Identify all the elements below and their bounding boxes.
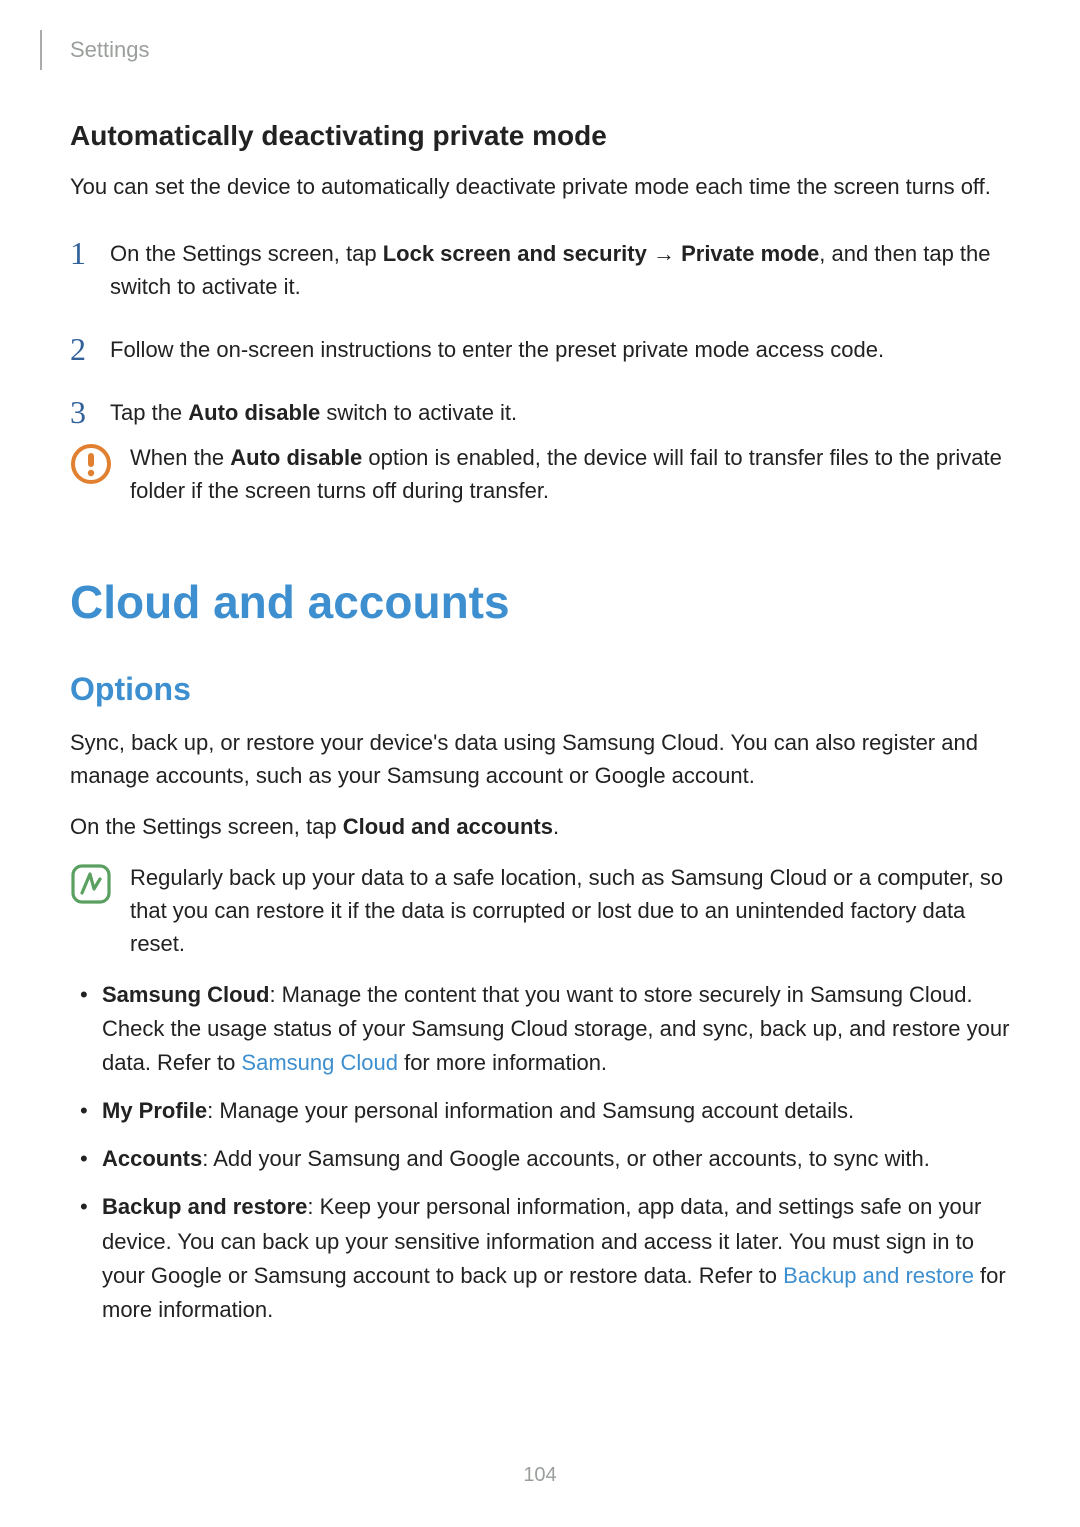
link-backup-restore[interactable]: Backup and restore [783, 1263, 974, 1288]
instr-bold: Cloud and accounts [343, 814, 553, 839]
list-item: Samsung Cloud: Manage the content that y… [102, 978, 1010, 1080]
arrow-icon: → [647, 241, 681, 266]
warning-icon [70, 443, 112, 485]
feature-list: Samsung Cloud: Manage the content that y… [70, 978, 1010, 1327]
instr-pre: On the Settings screen, tap [70, 814, 343, 839]
breadcrumb-bar [40, 30, 42, 70]
step1-prefix: On the Settings screen, tap [110, 241, 383, 266]
step-2: 2 Follow the on-screen instructions to e… [70, 331, 1010, 366]
section-heading-auto-deactivate: Automatically deactivating private mode [70, 120, 1010, 152]
step-number: 1 [70, 235, 110, 269]
step-3: 3 Tap the Auto disable switch to activat… [70, 394, 1010, 429]
item-text: : Manage your personal information and S… [207, 1098, 854, 1123]
instr-post: . [553, 814, 559, 839]
step-1: 1 On the Settings screen, tap Lock scree… [70, 235, 1010, 303]
breadcrumb: Settings [70, 30, 1010, 70]
list-item: My Profile: Manage your personal informa… [102, 1094, 1010, 1128]
manual-page: Settings Automatically deactivating priv… [0, 0, 1080, 1527]
chapter-title-cloud: Cloud and accounts [70, 575, 1010, 629]
warn-p1: When the [130, 445, 230, 470]
intro-paragraph: You can set the device to automatically … [70, 170, 1010, 203]
warning-text: When the Auto disable option is enabled,… [130, 441, 1010, 507]
item-text: : Add your Samsung and Google accounts, … [202, 1146, 930, 1171]
item-label: My Profile [102, 1098, 207, 1123]
breadcrumb-label: Settings [70, 37, 150, 63]
step1-bold1: Lock screen and security [383, 241, 647, 266]
step3-suffix: switch to activate it. [320, 400, 517, 425]
note-icon [70, 863, 112, 905]
step-number: 2 [70, 331, 110, 365]
list-item: Backup and restore: Keep your personal i… [102, 1190, 1010, 1326]
warning-callout: When the Auto disable option is enabled,… [70, 441, 1010, 507]
link-samsung-cloud[interactable]: Samsung Cloud [241, 1050, 398, 1075]
step-number: 3 [70, 394, 110, 428]
subheading-options: Options [70, 671, 1010, 708]
note-callout: Regularly back up your data to a safe lo… [70, 861, 1010, 960]
step3-prefix: Tap the [110, 400, 188, 425]
list-item: Accounts: Add your Samsung and Google ac… [102, 1142, 1010, 1176]
step-body: Tap the Auto disable switch to activate … [110, 394, 1010, 429]
step3-bold: Auto disable [188, 400, 320, 425]
item-text-post: for more information. [398, 1050, 607, 1075]
item-label: Backup and restore [102, 1194, 307, 1219]
options-intro: Sync, back up, or restore your device's … [70, 726, 1010, 792]
item-label: Samsung Cloud [102, 982, 269, 1007]
page-number: 104 [0, 1464, 1080, 1487]
options-instruction: On the Settings screen, tap Cloud and ac… [70, 810, 1010, 843]
note-text: Regularly back up your data to a safe lo… [130, 861, 1010, 960]
item-label: Accounts [102, 1146, 202, 1171]
warn-bold: Auto disable [230, 445, 362, 470]
step-body: On the Settings screen, tap Lock screen … [110, 235, 1010, 303]
step1-bold2: Private mode [681, 241, 819, 266]
step-body: Follow the on-screen instructions to ent… [110, 331, 1010, 366]
